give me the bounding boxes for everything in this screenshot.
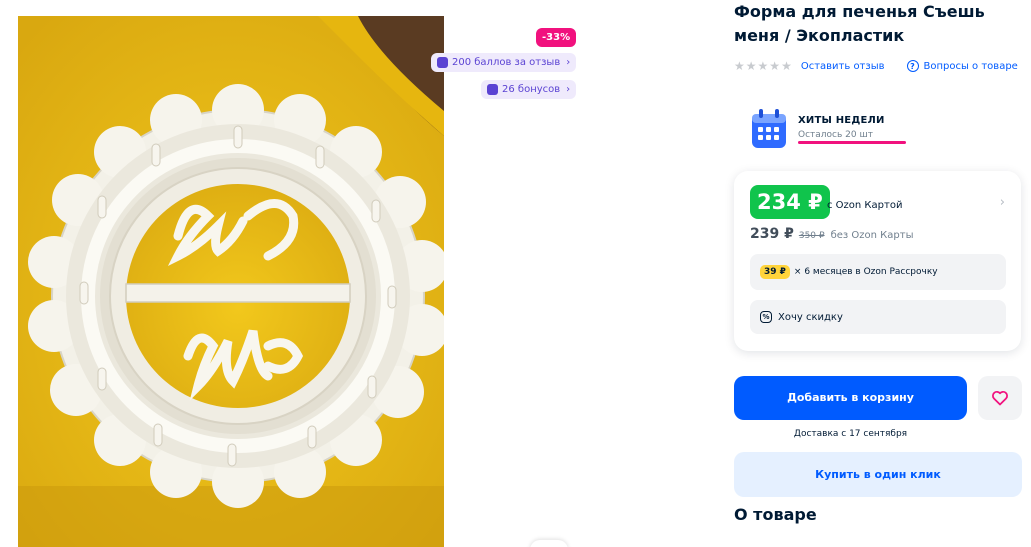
- about-product-heading: О товаре: [734, 505, 817, 524]
- star-icon: ★: [745, 59, 757, 73]
- discount-badge: -33%: [536, 28, 577, 47]
- installment-text: × 6 месяцев в Ozon Рассрочку: [793, 267, 938, 277]
- bonus-chip[interactable]: 26 бонусов ›: [481, 80, 577, 99]
- chevron-right-icon[interactable]: ›: [1000, 195, 1005, 210]
- ozon-card-price[interactable]: 234 ₽: [750, 185, 830, 219]
- regular-price-row: 239 ₽ 350 ₽ без Ozon Карты: [750, 226, 913, 242]
- heart-icon: [992, 390, 1008, 406]
- buy-one-click-button[interactable]: Купить в один клик: [734, 452, 1022, 497]
- rating-row: ★ ★ ★ ★ ★ Оставить отзыв ? Вопросы о тов…: [734, 59, 1018, 73]
- leave-review-link[interactable]: Оставить отзыв: [801, 61, 885, 72]
- rating-stars[interactable]: ★ ★ ★ ★ ★: [734, 59, 792, 73]
- question-icon: ?: [906, 60, 919, 72]
- bonus-icon: [487, 84, 498, 95]
- product-image[interactable]: [18, 16, 444, 547]
- points-label: 200 баллов за отзыв: [452, 57, 561, 68]
- cookie-cutter-illustration: [18, 16, 444, 547]
- star-icon: ★: [734, 59, 745, 73]
- hits-title: ХИТЫ НЕДЕЛИ: [798, 115, 885, 126]
- ozon-card-label: с Ozon Картой: [827, 200, 903, 211]
- product-title: Форма для печенья Съешь меня / Экопласти…: [734, 2, 985, 45]
- weekly-hits-block[interactable]: ХИТЫ НЕДЕЛИ Осталось 20 шт: [750, 108, 906, 150]
- percent-icon: %: [760, 311, 772, 323]
- want-discount-label: Хочу скидку: [778, 311, 843, 323]
- points-icon: [437, 57, 448, 68]
- remaining-count: Осталось 20 шт: [798, 130, 873, 140]
- want-discount-button[interactable]: % Хочу скидку: [750, 300, 1006, 334]
- star-icon: ★: [757, 59, 769, 73]
- star-icon: ★: [781, 59, 792, 73]
- installment-amount: 39 ₽: [760, 265, 790, 279]
- chevron-right-icon: ›: [566, 84, 571, 95]
- old-price: 350 ₽: [798, 231, 825, 241]
- no-card-label: без Ozon Карты: [830, 230, 914, 241]
- points-for-review-chip[interactable]: 200 баллов за отзыв ›: [431, 53, 577, 72]
- delivery-date: Доставка с 17 сентября: [793, 429, 908, 439]
- regular-price: 239 ₽: [750, 226, 794, 242]
- questions-link[interactable]: Вопросы о товаре: [924, 61, 1018, 72]
- add-to-cart-button[interactable]: Добавить в корзину: [734, 376, 967, 420]
- star-icon: ★: [769, 59, 781, 73]
- gallery-scroll-button[interactable]: [530, 540, 568, 547]
- price-card: 234 ₽ с Ozon Картой › 239 ₽ 350 ₽ без Oz…: [734, 171, 1021, 351]
- calendar-icon: [752, 109, 786, 148]
- installment-offer[interactable]: 39 ₽ × 6 месяцев в Ozon Рассрочку: [750, 254, 1006, 290]
- favorite-button[interactable]: [978, 376, 1022, 420]
- chevron-right-icon: ›: [566, 57, 571, 68]
- remaining-progress-bar: [798, 141, 906, 144]
- bonus-label: 26 бонусов: [502, 84, 561, 95]
